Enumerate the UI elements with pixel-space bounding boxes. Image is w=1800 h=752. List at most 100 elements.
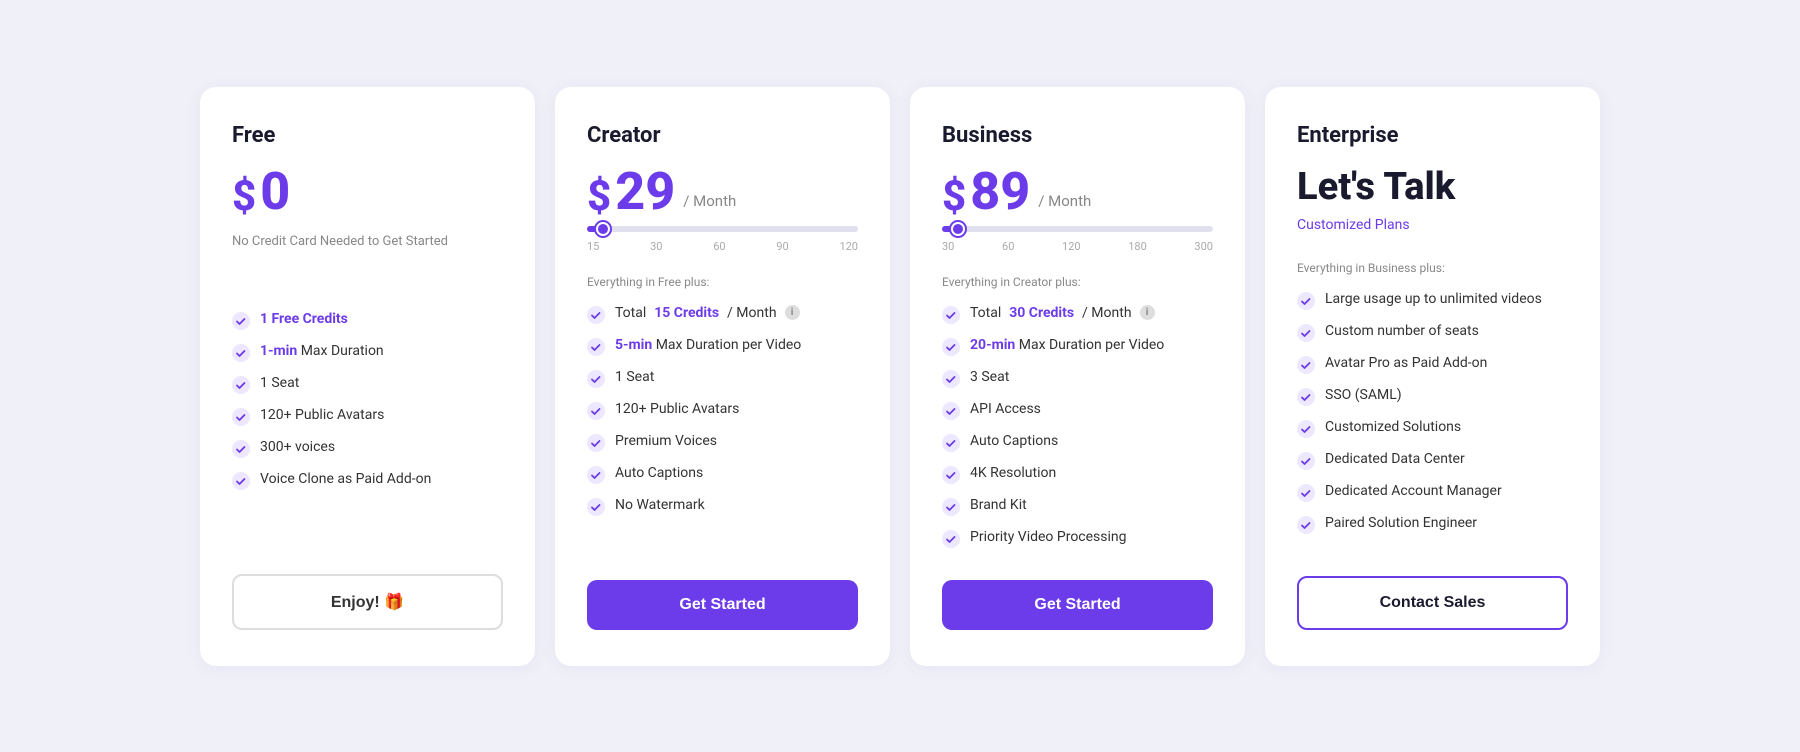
feature-item: API Access bbox=[942, 401, 1213, 420]
slider-label: 30 bbox=[942, 240, 954, 253]
feature-text: Total 30 Credits / Month i bbox=[970, 305, 1155, 321]
check-icon bbox=[1297, 388, 1315, 406]
plan-card-creator: Creator $ 29 / Month 15 30 60 90 120 Eve… bbox=[555, 87, 890, 666]
feature-text: 3 Seat bbox=[970, 369, 1009, 385]
price-dollar-creator: $ bbox=[587, 176, 611, 218]
check-icon bbox=[1297, 420, 1315, 438]
check-icon bbox=[942, 370, 960, 388]
check-icon bbox=[587, 370, 605, 388]
feature-item: 4K Resolution bbox=[942, 465, 1213, 484]
feature-text: 1-min Max Duration bbox=[260, 343, 384, 359]
feature-item: Dedicated Account Manager bbox=[1297, 483, 1568, 502]
plan-card-enterprise: Enterprise Let's Talk Customized Plans E… bbox=[1265, 87, 1600, 666]
price-amount-business: 89 bbox=[970, 166, 1030, 218]
feature-item: Premium Voices bbox=[587, 433, 858, 452]
slider-label: 120 bbox=[1062, 240, 1081, 253]
feature-text: 1 Free Credits bbox=[260, 311, 348, 327]
check-icon bbox=[587, 466, 605, 484]
info-icon[interactable]: i bbox=[1140, 305, 1155, 320]
feature-item: Brand Kit bbox=[942, 497, 1213, 516]
price-row-creator: $ 29 / Month bbox=[587, 166, 858, 218]
slider-track bbox=[587, 226, 858, 232]
check-icon bbox=[232, 440, 250, 458]
check-icon bbox=[942, 338, 960, 356]
check-icon bbox=[942, 434, 960, 452]
feature-text: Auto Captions bbox=[970, 433, 1058, 449]
get-started-button-business[interactable]: Get Started bbox=[942, 580, 1213, 630]
feature-text: Dedicated Account Manager bbox=[1325, 483, 1502, 499]
feature-item: Paired Solution Engineer bbox=[1297, 515, 1568, 534]
plan-name-business: Business bbox=[942, 123, 1213, 148]
check-icon bbox=[587, 338, 605, 356]
feature-item: No Watermark bbox=[587, 497, 858, 516]
plan-name-enterprise: Enterprise bbox=[1297, 123, 1568, 148]
price-amount-creator: 29 bbox=[615, 166, 675, 218]
slider-thumb[interactable] bbox=[951, 222, 965, 236]
lets-talk: Let's Talk bbox=[1297, 166, 1568, 210]
slider-label: 60 bbox=[1002, 240, 1014, 253]
feature-item: Large usage up to unlimited videos bbox=[1297, 291, 1568, 310]
check-icon bbox=[942, 530, 960, 548]
feature-item: Custom number of seats bbox=[1297, 323, 1568, 342]
slider-label: 15 bbox=[587, 240, 599, 253]
enjoy-button[interactable]: Enjoy! 🎁 bbox=[232, 574, 503, 630]
feature-item: 3 Seat bbox=[942, 369, 1213, 388]
price-row-free: $ 0 bbox=[232, 166, 503, 218]
check-icon bbox=[942, 498, 960, 516]
price-dollar-business: $ bbox=[942, 176, 966, 218]
feature-item: 300+ voices bbox=[232, 439, 503, 458]
check-icon bbox=[1297, 516, 1315, 534]
feature-text: SSO (SAML) bbox=[1325, 387, 1402, 403]
feature-item: Priority Video Processing bbox=[942, 529, 1213, 548]
feature-text: Voice Clone as Paid Add-on bbox=[260, 471, 431, 487]
section-header-business: Everything in Creator plus: bbox=[942, 275, 1213, 289]
feature-text: 20-min Max Duration per Video bbox=[970, 337, 1164, 353]
credits-slider-business: 30 60 120 180 300 bbox=[942, 226, 1213, 253]
check-icon bbox=[1297, 452, 1315, 470]
slider-labels: 15 30 60 90 120 bbox=[587, 240, 858, 253]
price-note-free: No Credit Card Needed to Get Started bbox=[232, 234, 503, 249]
feature-item: SSO (SAML) bbox=[1297, 387, 1568, 406]
check-icon bbox=[1297, 356, 1315, 374]
plan-name-creator: Creator bbox=[587, 123, 858, 148]
feature-list-enterprise: Large usage up to unlimited videos Custo… bbox=[1297, 291, 1568, 543]
get-started-button-creator[interactable]: Get Started bbox=[587, 580, 858, 630]
check-icon bbox=[942, 402, 960, 420]
feature-text: Priority Video Processing bbox=[970, 529, 1127, 545]
feature-item: Customized Solutions bbox=[1297, 419, 1568, 438]
feature-text: Custom number of seats bbox=[1325, 323, 1479, 339]
feature-item: 1 Seat bbox=[587, 369, 858, 388]
check-icon bbox=[587, 306, 605, 324]
slider-label: 30 bbox=[650, 240, 662, 253]
check-icon bbox=[587, 498, 605, 516]
contact-sales-button[interactable]: Contact Sales bbox=[1297, 576, 1568, 630]
check-icon bbox=[1297, 292, 1315, 310]
feature-text: API Access bbox=[970, 401, 1041, 417]
feature-item: Auto Captions bbox=[942, 433, 1213, 452]
feature-item: Total 30 Credits / Month i bbox=[942, 305, 1213, 324]
pricing-grid: Free $ 0 No Credit Card Needed to Get St… bbox=[200, 87, 1600, 666]
info-icon[interactable]: i bbox=[785, 305, 800, 320]
feature-text: 5-min Max Duration per Video bbox=[615, 337, 801, 353]
check-icon bbox=[1297, 484, 1315, 502]
check-icon bbox=[232, 472, 250, 490]
plan-card-free: Free $ 0 No Credit Card Needed to Get St… bbox=[200, 87, 535, 666]
feature-text: Large usage up to unlimited videos bbox=[1325, 291, 1542, 307]
plan-name-free: Free bbox=[232, 123, 503, 148]
feature-item: Total 15 Credits / Month i bbox=[587, 305, 858, 324]
slider-label: 180 bbox=[1128, 240, 1147, 253]
feature-item: Auto Captions bbox=[587, 465, 858, 484]
slider-thumb[interactable] bbox=[596, 222, 610, 236]
price-period-creator: / Month bbox=[683, 192, 736, 210]
feature-item: 120+ Public Avatars bbox=[232, 407, 503, 426]
feature-text: Premium Voices bbox=[615, 433, 717, 449]
plan-card-business: Business $ 89 / Month 30 60 120 180 300 … bbox=[910, 87, 1245, 666]
slider-label: 300 bbox=[1194, 240, 1213, 253]
check-icon bbox=[232, 408, 250, 426]
check-icon bbox=[1297, 324, 1315, 342]
price-amount-free: 0 bbox=[260, 166, 290, 218]
feature-item: Dedicated Data Center bbox=[1297, 451, 1568, 470]
feature-item: 5-min Max Duration per Video bbox=[587, 337, 858, 356]
feature-list-creator: Total 15 Credits / Month i 5-min Max Dur… bbox=[587, 305, 858, 548]
feature-list-business: Total 30 Credits / Month i 20-min Max Du… bbox=[942, 305, 1213, 548]
